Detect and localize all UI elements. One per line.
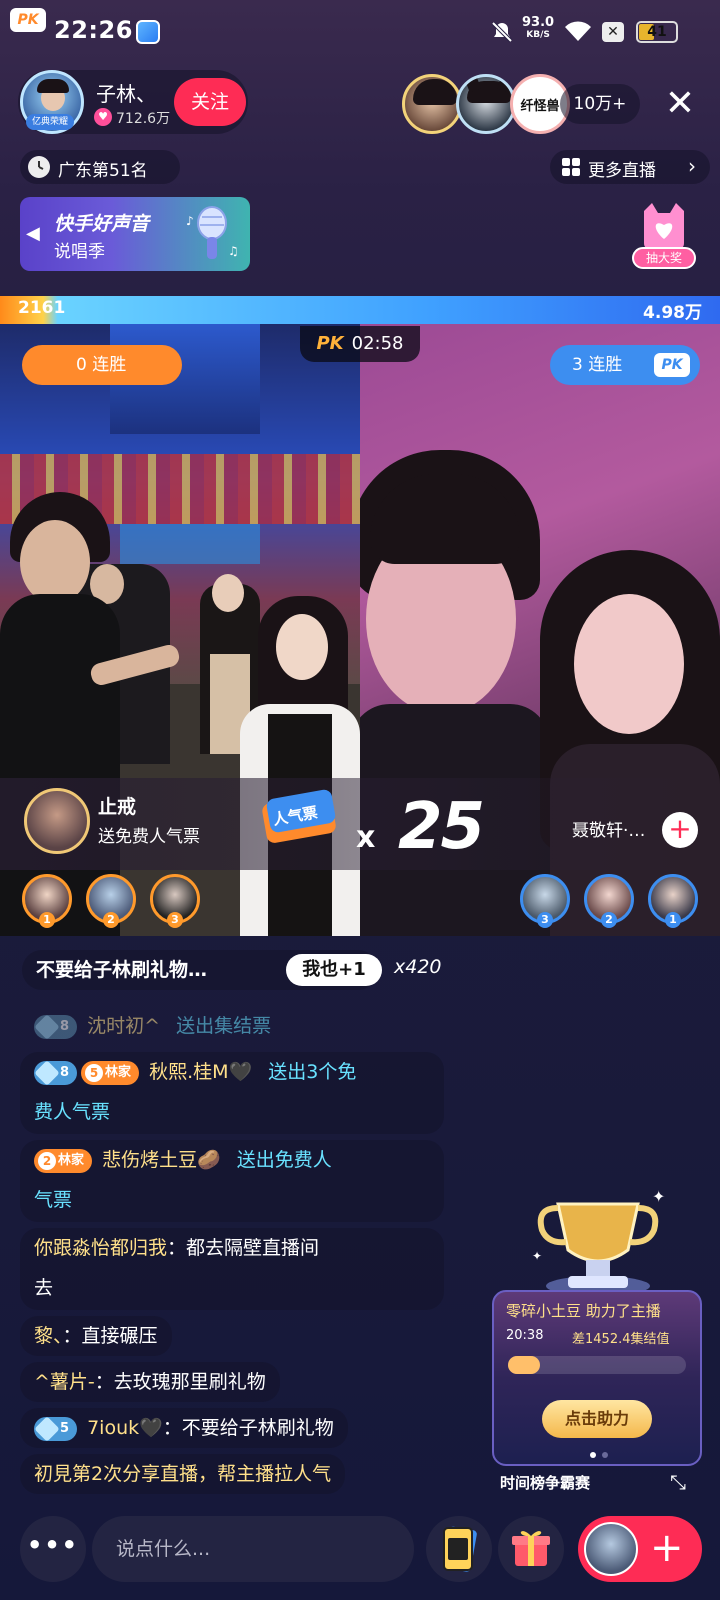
gift-multiplier-x: x	[356, 820, 376, 855]
pk-badge-left: PK	[10, 8, 46, 32]
task-title: 零碎小土豆 助力了主播	[506, 1302, 661, 1320]
top-viewer-avatar-2[interactable]	[456, 74, 516, 134]
microphone-icon: ♪ ♫	[186, 206, 239, 259]
fan-badge: 2 林家	[34, 1148, 93, 1173]
ticket-card-icon	[443, 1526, 477, 1572]
wifi-icon	[565, 21, 591, 41]
banner-subtitle: 说唱季	[54, 242, 105, 262]
svg-text:✦: ✦	[532, 1249, 542, 1263]
more-live-label: 更多直播	[588, 161, 656, 181]
left-win-streak: 0 连胜	[22, 345, 182, 385]
host-badge: 亿典荣耀	[26, 114, 74, 130]
chat-message[interactable]: ^薯片-：去玫瑰那里刷礼物	[20, 1362, 280, 1402]
chat-message[interactable]: 初見第2次分享直播，帮主播拉人气	[20, 1454, 346, 1494]
pinned-comment[interactable]: 不要给子林刷礼物… 我也+1 x420	[22, 950, 462, 990]
battery-level: 41	[647, 24, 667, 40]
gift-box-icon	[644, 203, 684, 249]
heart-icon: ♥	[94, 108, 112, 126]
trophy-icon: ✦ ✦	[532, 1190, 665, 1296]
rank-text: 广东第51名	[58, 161, 148, 181]
host-name[interactable]: 子林、	[96, 78, 156, 107]
close-icon[interactable]: ✕	[660, 84, 700, 124]
gift-count: 25	[398, 790, 485, 864]
follow-button[interactable]: 关注	[174, 78, 246, 126]
task-gap: 差1452.4集结值	[572, 1332, 670, 1347]
status-time: 22:26	[54, 16, 133, 44]
collapse-icon[interactable]: ⤡	[670, 1470, 686, 1494]
support-task-card[interactable]: 零碎小土豆 助力了主播 20:38 差1452.4集结值 点击助力	[492, 1290, 702, 1466]
level-badge: 8	[34, 1013, 78, 1040]
pk-badge-right: PK	[654, 353, 690, 377]
ticket-button[interactable]	[426, 1516, 492, 1582]
host-info[interactable]: 亿典荣耀 子林、 ♥ 712.6万 关注	[18, 70, 248, 134]
gift-sender-name: 止戒	[98, 796, 137, 818]
chat-message[interactable]: 2 林家 悲伤烤土豆🥔 送出免费人 气票	[20, 1140, 444, 1222]
pk-timer: PK 02:58	[300, 326, 420, 362]
svg-text:♪: ♪	[186, 214, 194, 228]
rank-badge[interactable]: 广东第51名	[20, 150, 180, 184]
right-supporter-1[interactable]: 1	[648, 874, 698, 928]
left-supporter-1[interactable]: 1	[22, 874, 72, 928]
right-supporter-3[interactable]: 3	[520, 874, 570, 928]
clock-icon	[28, 156, 50, 178]
more-button[interactable]: •••	[20, 1516, 86, 1582]
chevron-right-icon: ›	[688, 154, 696, 178]
level-badge: 5	[34, 1415, 78, 1442]
plus-icon: +	[650, 1525, 684, 1571]
me-too-count: x420	[394, 956, 442, 978]
no-sim-icon: ✕	[602, 22, 624, 42]
task-time: 20:38	[506, 1328, 544, 1343]
page-dots	[590, 1452, 608, 1458]
task-progress-bar	[508, 1356, 686, 1374]
viewer-brand-text: 纤怪兽	[520, 99, 560, 114]
help-host-button[interactable]: 点击助力	[542, 1400, 652, 1438]
app-notification-icon	[136, 20, 160, 44]
left-supporter-3[interactable]: 3	[150, 874, 200, 928]
fan-badge: 5 林家	[81, 1060, 140, 1085]
gift-icon	[512, 1531, 550, 1566]
task-progress-fill	[508, 1356, 541, 1374]
user-avatar	[584, 1522, 638, 1576]
svg-text:♫: ♫	[228, 244, 239, 258]
chat-message[interactable]: 8 沈时初^ 送出集结票	[20, 1006, 285, 1046]
grid-icon	[562, 158, 580, 176]
mute-icon	[491, 21, 513, 43]
chat-message[interactable]: 黎、：直接碾压	[20, 1316, 172, 1356]
right-guest-name[interactable]: 聂敬轩·…	[572, 816, 645, 841]
co-host-button[interactable]: +	[578, 1516, 702, 1582]
chat-input[interactable]: 说点什么...	[92, 1516, 414, 1582]
lottery-label: 抽大奖	[632, 247, 696, 269]
host-likes: 712.6万	[116, 111, 171, 127]
chat-message[interactable]: 你跟淼怡都归我：都去隔壁直播间 去	[20, 1228, 444, 1310]
follow-guest-plus-icon[interactable]: +	[662, 812, 698, 848]
level-badge: 8	[34, 1059, 78, 1086]
chat-message[interactable]: 8 5 林家 秋熙.桂M🖤 送出3个免 费人气票	[20, 1052, 444, 1134]
battery-indicator: 41	[636, 21, 678, 43]
svg-text:✦: ✦	[652, 1190, 665, 1206]
task-footer: 时间榜争霸赛	[500, 1474, 591, 1492]
more-live-button[interactable]: 更多直播 ›	[550, 150, 710, 184]
pk-left-score: 2161	[18, 298, 66, 318]
pk-score-bar: 2161 4.98万	[0, 296, 720, 324]
lottery-button[interactable]: 抽大奖	[632, 203, 696, 269]
gift-button[interactable]	[498, 1516, 564, 1582]
network-speed: 93.0 KB/S	[522, 15, 555, 40]
me-too-button[interactable]: 我也+1	[286, 954, 382, 986]
ticket-icon: 人气票	[262, 789, 336, 843]
event-banner[interactable]: ◀ 快手好声音 说唱季 ♪ ♫	[20, 197, 250, 271]
gift-description: 送免费人气票	[98, 827, 200, 847]
gift-sender-avatar[interactable]	[24, 788, 90, 854]
status-bar: 22:26 93.0 KB/S ✕ 41	[0, 0, 720, 62]
left-supporter-2[interactable]: 2	[86, 874, 136, 928]
viewer-count[interactable]: 10万+	[560, 84, 640, 124]
top-viewer-avatar-1[interactable]	[402, 74, 462, 134]
pk-right-score: 4.98万	[643, 303, 702, 323]
banner-title: 快手好声音	[54, 213, 150, 235]
chevron-left-icon[interactable]: ◀	[26, 223, 40, 244]
chat-message[interactable]: 5 7iouk🖤：不要给子林刷礼物	[20, 1408, 348, 1448]
right-supporter-2[interactable]: 2	[584, 874, 634, 928]
